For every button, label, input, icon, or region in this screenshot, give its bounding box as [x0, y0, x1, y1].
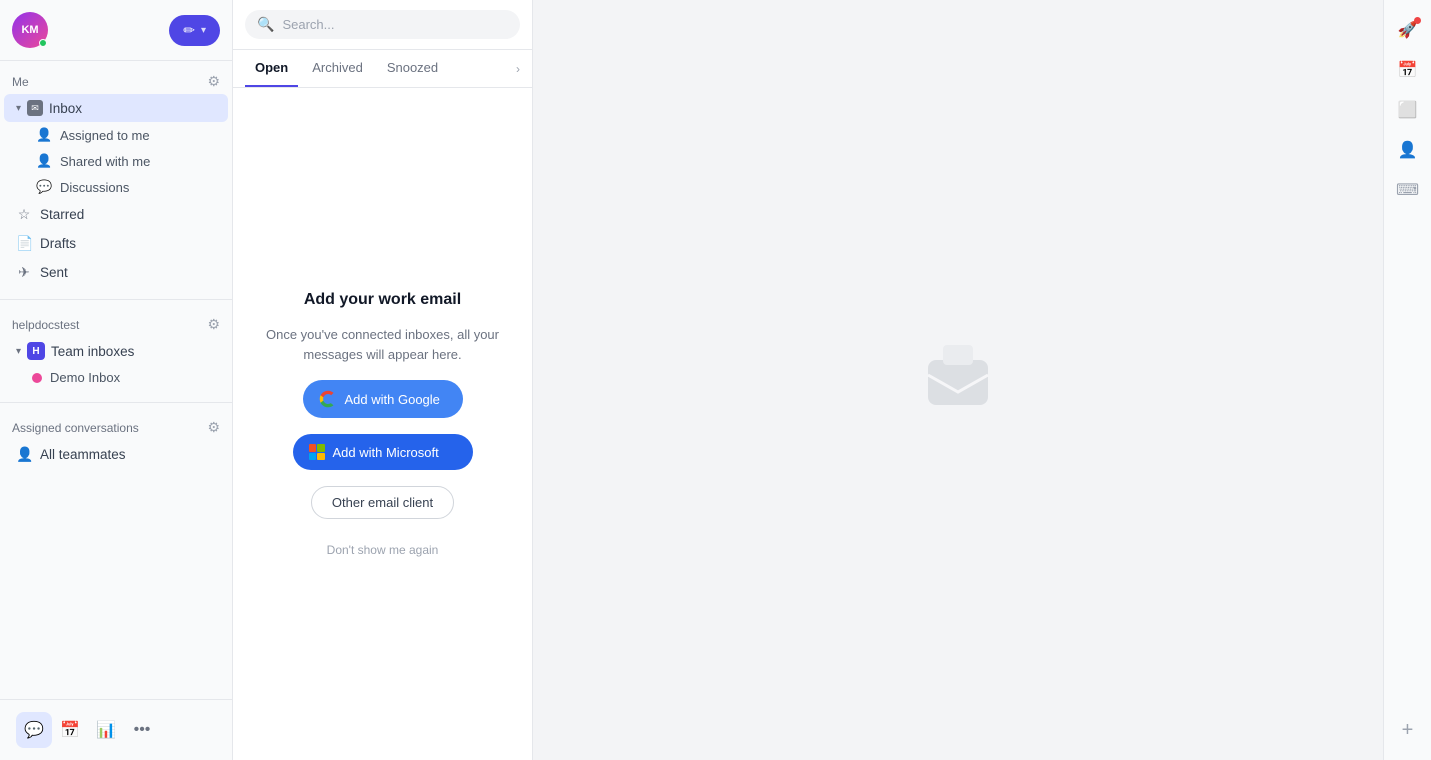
layers-button[interactable]: ⬜ — [1390, 92, 1426, 128]
keyboard-button[interactable]: ⌨ — [1390, 172, 1426, 208]
assigned-settings-icon[interactable]: ⚙ — [207, 419, 220, 436]
chat-icon: 💬 — [36, 179, 52, 195]
me-section-header: Me ⚙ — [0, 69, 232, 94]
calendar-button[interactable]: 📅 — [1390, 52, 1426, 88]
google-icon — [319, 390, 337, 408]
dont-show-link[interactable]: Don't show me again — [327, 543, 439, 557]
bottom-nav-chat-button[interactable]: 💬 — [16, 712, 52, 748]
team-settings-icon[interactable]: ⚙ — [207, 316, 220, 333]
team-dot-icon — [32, 373, 42, 383]
sidebar-item-discussions[interactable]: 💬 Discussions — [4, 174, 228, 200]
draft-icon: 📄 — [16, 235, 32, 252]
add-google-button[interactable]: Add with Google — [303, 380, 463, 418]
bottom-nav-chart-button[interactable]: 📊 — [88, 712, 124, 748]
inbox-icon: ✉ — [27, 100, 43, 116]
divider-2 — [0, 402, 232, 403]
sidebar-item-inbox[interactable]: ▾ ✉ Inbox — [4, 94, 228, 122]
assigned-section-header: Assigned conversations ⚙ — [0, 415, 232, 440]
sidebar-item-starred[interactable]: ☆ Starred — [4, 200, 228, 229]
chevron-down-icon: ▾ — [16, 346, 21, 357]
calendar-icon: 📅 — [60, 720, 80, 740]
search-icon: 🔍 — [257, 16, 274, 33]
team-section-header: helpdocstest ⚙ — [0, 312, 232, 337]
sidebar-item-shared-with-me[interactable]: 👤 Shared with me — [4, 148, 228, 174]
sidebar-item-drafts[interactable]: 📄 Drafts — [4, 229, 228, 258]
teammates-icon: 👤 — [16, 446, 32, 463]
middle-content: Add your work email Once you've connecte… — [233, 88, 532, 760]
other-email-client-button[interactable]: Other email client — [311, 486, 454, 519]
sidebar-item-team-inboxes[interactable]: ▾ H Team inboxes — [4, 337, 228, 365]
shared-icon: 👤 — [36, 153, 52, 169]
add-email-title: Add your work email — [304, 291, 461, 309]
bottom-nav: 💬 📅 📊 ••• — [0, 699, 232, 760]
sidebar-header: KM ✏ ▾ — [0, 0, 232, 61]
team-h-badge: H — [27, 342, 45, 360]
notification-dot — [1414, 17, 1421, 24]
microsoft-icon — [309, 444, 325, 460]
plus-icon: + — [1402, 719, 1414, 742]
layers-icon: ⬜ — [1398, 100, 1418, 120]
star-icon: ☆ — [16, 206, 32, 223]
sidebar-item-all-teammates[interactable]: 👤 All teammates — [4, 440, 228, 469]
rocket-button[interactable]: 🚀 — [1390, 12, 1426, 48]
tabs-row: Open Archived Snoozed › — [233, 50, 532, 88]
calendar-icon: 📅 — [1398, 60, 1418, 80]
me-settings-icon[interactable]: ⚙ — [207, 73, 220, 90]
sidebar: KM ✏ ▾ Me ⚙ ▾ ✉ Inbox 👤 Assigned to me 👤… — [0, 0, 233, 760]
empty-inbox-icon — [918, 340, 998, 420]
chat-bubble-icon: 💬 — [24, 720, 44, 740]
more-dots-icon: ••• — [134, 721, 151, 739]
tab-archived[interactable]: Archived — [302, 50, 373, 87]
bottom-nav-more-button[interactable]: ••• — [124, 712, 160, 748]
add-button[interactable]: + — [1390, 712, 1426, 748]
tab-snoozed[interactable]: Snoozed — [377, 50, 448, 87]
compose-button[interactable]: ✏ ▾ — [169, 15, 220, 46]
tabs-chevron-icon[interactable]: › — [516, 62, 520, 76]
chart-icon: 📊 — [96, 720, 116, 740]
divider — [0, 299, 232, 300]
person-button[interactable]: 👤 — [1390, 132, 1426, 168]
main-content — [533, 0, 1383, 760]
chevron-down-icon: ▾ — [16, 103, 21, 114]
sidebar-item-demo-inbox[interactable]: Demo Inbox — [4, 365, 228, 390]
person-icon: 👤 — [1398, 140, 1418, 160]
keyboard-icon: ⌨ — [1396, 180, 1419, 200]
tab-open[interactable]: Open — [245, 50, 298, 87]
add-microsoft-button[interactable]: Add with Microsoft — [293, 434, 473, 470]
search-bar: 🔍 — [233, 0, 532, 50]
add-email-subtitle: Once you've connected inboxes, all your … — [257, 325, 508, 364]
bottom-nav-calendar-button[interactable]: 📅 — [52, 712, 88, 748]
right-sidebar: 🚀 📅 ⬜ 👤 ⌨ + — [1383, 0, 1431, 760]
me-section: Me ⚙ ▾ ✉ Inbox 👤 Assigned to me 👤 Shared… — [0, 61, 232, 295]
search-wrapper: 🔍 — [245, 10, 520, 39]
sidebar-item-sent[interactable]: ✈ Sent — [4, 258, 228, 287]
middle-panel: 🔍 Open Archived Snoozed › Add your work … — [233, 0, 533, 760]
sidebar-item-assigned-to-me[interactable]: 👤 Assigned to me — [4, 122, 228, 148]
team-section: helpdocstest ⚙ ▾ H Team inboxes Demo Inb… — [0, 304, 232, 398]
avatar[interactable]: KM — [12, 12, 48, 48]
assigned-section: Assigned conversations ⚙ 👤 All teammates — [0, 407, 232, 477]
person-icon: 👤 — [36, 127, 52, 143]
chevron-down-icon: ▾ — [201, 25, 206, 36]
pencil-icon: ✏ — [183, 22, 195, 39]
search-input[interactable] — [282, 17, 508, 32]
sent-icon: ✈ — [16, 264, 32, 281]
online-indicator — [39, 39, 47, 47]
